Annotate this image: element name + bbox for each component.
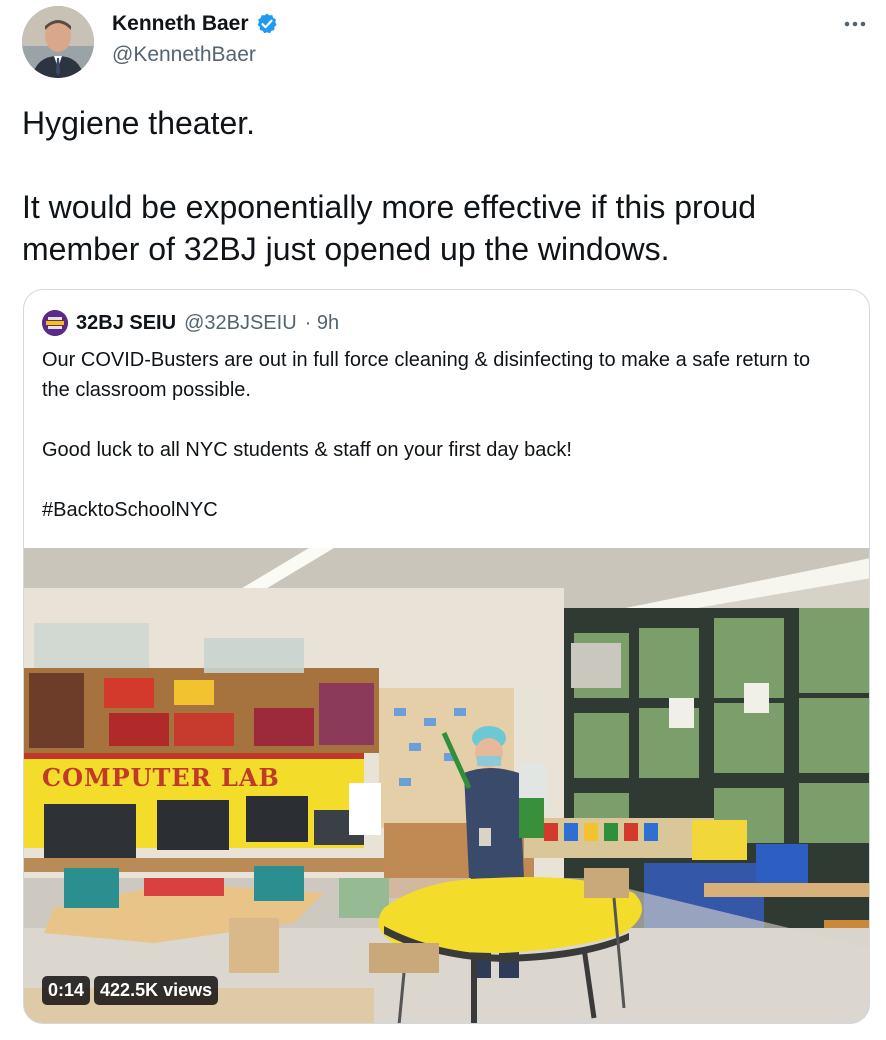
more-options-icon[interactable] [842, 12, 868, 36]
quoted-tweet-video[interactable]: COMPUTER LAB 0:14 422.5K views [24, 548, 869, 1023]
quoted-author-avatar[interactable] [42, 310, 68, 336]
quoted-tweet-text: Our COVID-Busters are out in full force … [42, 349, 811, 521]
video-badges: 0:14 422.5K views [42, 976, 219, 1005]
verified-badge-icon [255, 12, 279, 36]
quoted-tweet-card[interactable]: 32BJ SEIU @32BJSEIU · 9h Our COVID-Buste… [23, 289, 870, 1024]
quoted-tweet-time: · 9h [304, 311, 340, 334]
author-handle[interactable]: @KennethBaer [112, 43, 256, 67]
quoted-author-handle: @32BJSEIU [184, 311, 297, 334]
video-duration-badge: 0:14 [42, 976, 91, 1005]
quoted-author-name: 32BJ SEIU [76, 311, 177, 334]
author-name-text: Kenneth Baer [112, 12, 249, 35]
author-name[interactable]: Kenneth Baer [112, 12, 279, 36]
classroom-video-frame: COMPUTER LAB [24, 548, 869, 1023]
tweet-text: Hygiene theater. It would be exponential… [22, 105, 757, 267]
author-avatar[interactable] [22, 6, 94, 78]
quoted-tweet-header: 32BJ SEIU @32BJSEIU · 9h [42, 310, 339, 336]
computer-lab-sign: COMPUTER LAB [42, 763, 280, 792]
video-views-badge: 422.5K views [94, 976, 219, 1005]
